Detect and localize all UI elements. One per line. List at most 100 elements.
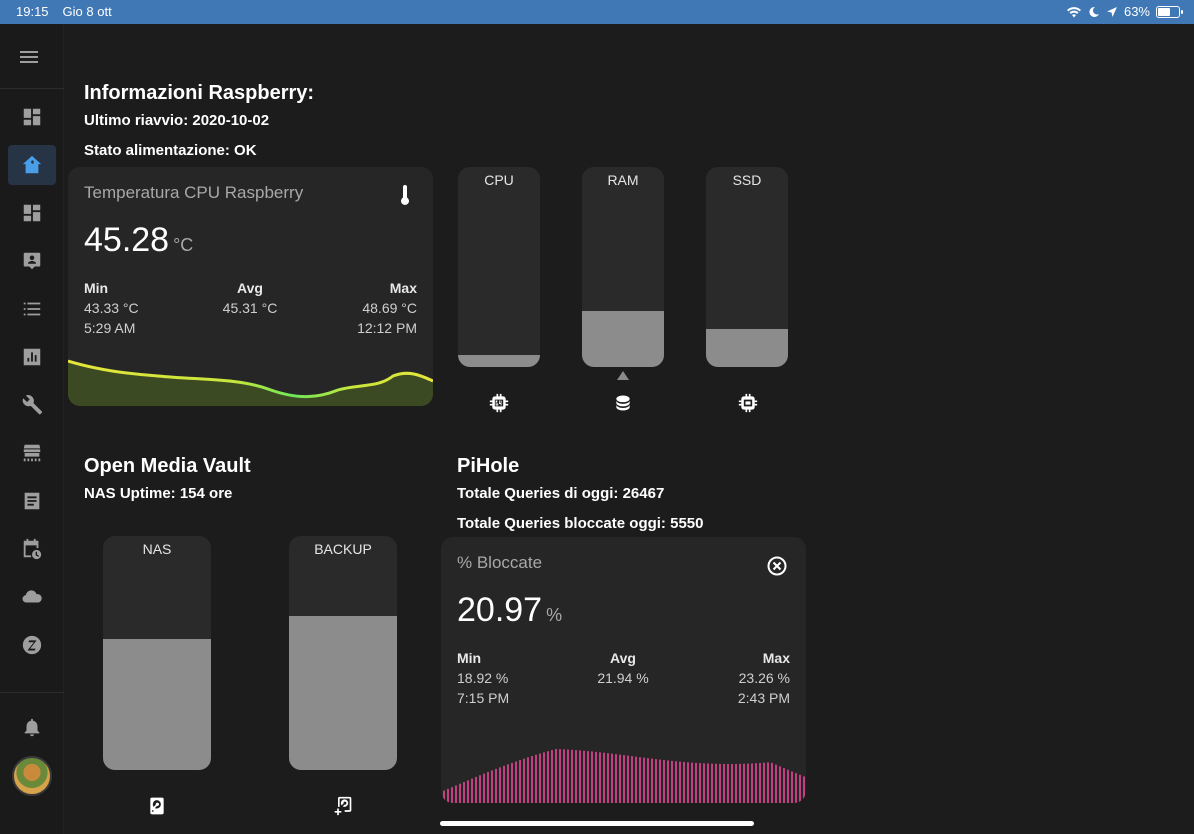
sidebar-item-developer-tools[interactable] xyxy=(8,385,56,425)
sparkline-bar xyxy=(579,750,581,803)
sparkline-bar xyxy=(527,757,529,803)
sparkline-bar xyxy=(687,762,689,803)
sidebar-item-scheduler[interactable] xyxy=(8,529,56,569)
cpu-temperature-card[interactable]: Temperatura CPU Raspberry 45.28 °C Min 43… xyxy=(68,167,433,406)
bar-label: BACKUP xyxy=(314,541,372,557)
sparkline-bar xyxy=(639,757,641,803)
sparkline-bar xyxy=(611,753,613,803)
sparkline-bar xyxy=(743,763,745,803)
stat-min: Min 43.33 °C 5:29 AM xyxy=(84,280,139,336)
battery-icon xyxy=(1156,5,1183,18)
sparkline-bar xyxy=(511,762,513,803)
sparkline-bar xyxy=(479,775,481,803)
sidebar-item-people[interactable] xyxy=(8,241,56,281)
power-state: Stato alimentazione: OK xyxy=(84,142,257,159)
sparkline-bar xyxy=(795,773,797,803)
sidebar-item-history[interactable] xyxy=(8,337,56,377)
sidebar-item-notifications[interactable] xyxy=(8,707,56,747)
sidebar-item-home[interactable] xyxy=(8,145,56,185)
sparkline-bar xyxy=(455,785,457,803)
bar-ram[interactable]: RAM xyxy=(582,167,664,367)
bar-cpu[interactable]: CPU xyxy=(458,167,540,367)
cpu-64-icon xyxy=(489,393,509,413)
sparkline-bar xyxy=(555,748,557,803)
clock: 19:15 xyxy=(16,4,49,19)
sidebar-divider xyxy=(0,692,64,693)
sparkline-bar xyxy=(683,761,685,803)
stat-max: Max 48.69 °C 12:12 PM xyxy=(357,280,417,336)
omv-title: Open Media Vault xyxy=(84,455,251,477)
stat-min: Min 18.92 % 7:15 PM xyxy=(457,650,510,706)
sparkline-bar xyxy=(627,755,629,803)
sparkline-bar xyxy=(443,790,445,803)
harddisk-icon xyxy=(147,796,167,816)
sparkline-bar xyxy=(715,763,717,803)
thermometer-icon xyxy=(401,185,409,205)
sidebar-item-zigbee[interactable] xyxy=(8,625,56,665)
temperature-sparkline xyxy=(68,359,433,406)
moon-icon xyxy=(1089,6,1099,17)
queries-today: Totale Queries di oggi: 26467 xyxy=(457,485,665,502)
bar-ssd[interactable]: SSD xyxy=(706,167,788,367)
sparkline-bar xyxy=(663,760,665,803)
sidebar-item-log[interactable] xyxy=(8,481,56,521)
sparkline-bar xyxy=(647,758,649,803)
sparkline-bar xyxy=(471,778,473,803)
bar-label: RAM xyxy=(607,172,639,188)
wrench-icon xyxy=(22,395,43,415)
sparkline-bar xyxy=(751,763,753,803)
sidebar xyxy=(0,24,64,834)
location-icon xyxy=(1106,6,1117,17)
sparkline-bar xyxy=(635,756,637,803)
sparkline-bar xyxy=(495,768,497,803)
avatar[interactable] xyxy=(12,756,52,796)
chart-icon xyxy=(23,348,41,366)
sparkline-bar xyxy=(695,762,697,803)
sparkline-bar xyxy=(599,752,601,803)
home-assistant-icon xyxy=(22,155,42,174)
sidebar-item-overview[interactable] xyxy=(8,97,56,137)
sparkline-bar xyxy=(659,759,661,803)
sidebar-item-dashboard[interactable] xyxy=(8,193,56,233)
sparkline-bar xyxy=(623,755,625,803)
sidebar-item-hacs[interactable] xyxy=(8,433,56,473)
sparkline-bar xyxy=(691,762,693,803)
sparkline-bar xyxy=(515,761,517,803)
sparkline-bar xyxy=(679,761,681,803)
sidebar-item-logbook[interactable] xyxy=(8,289,56,329)
sparkline-bar xyxy=(519,760,521,803)
sparkline-bar xyxy=(799,774,801,803)
blocked-percent-card[interactable]: % Bloccate 20.97% Min 18.92 % 7:15 PM Av… xyxy=(441,537,806,803)
menu-icon[interactable] xyxy=(20,48,46,68)
sidebar-item-cloud[interactable] xyxy=(8,577,56,617)
bar-fill xyxy=(103,638,211,770)
home-indicator[interactable] xyxy=(440,821,754,826)
sparkline-bar xyxy=(475,776,477,803)
calendar-clock-icon xyxy=(23,538,42,560)
card-title: Temperatura CPU Raspberry xyxy=(84,183,304,202)
battery-percent: 63% xyxy=(1123,4,1150,19)
sparkline-bar xyxy=(595,751,597,803)
stat-avg: Avg 21.94 % xyxy=(597,650,649,686)
sparkline-bar xyxy=(615,754,617,803)
sparkline-bar xyxy=(539,753,541,803)
sparkline-bar xyxy=(603,752,605,803)
sparkline-bar xyxy=(619,754,621,803)
bar-fill xyxy=(289,615,397,770)
sparkline-bar xyxy=(719,763,721,803)
bar-backup[interactable]: BACKUP xyxy=(289,536,397,770)
sparkline-bar xyxy=(731,763,733,803)
sparkline-bar xyxy=(775,764,777,803)
sparkline-bar xyxy=(491,770,493,803)
stat-avg: Avg 45.31 °C xyxy=(222,280,278,316)
sparkline-bar xyxy=(763,762,765,803)
dashboard-icon xyxy=(23,204,41,222)
sparkline-bar xyxy=(631,756,633,803)
bar-fill xyxy=(582,311,664,367)
sparkline-bar xyxy=(575,750,577,803)
bar-nas[interactable]: NAS xyxy=(103,536,211,770)
dashboard-icon xyxy=(23,108,41,126)
raspberry-title: Informazioni Raspberry: xyxy=(84,82,315,104)
sparkline-bar xyxy=(563,749,565,803)
nas-uptime: NAS Uptime: 154 ore xyxy=(84,485,233,502)
